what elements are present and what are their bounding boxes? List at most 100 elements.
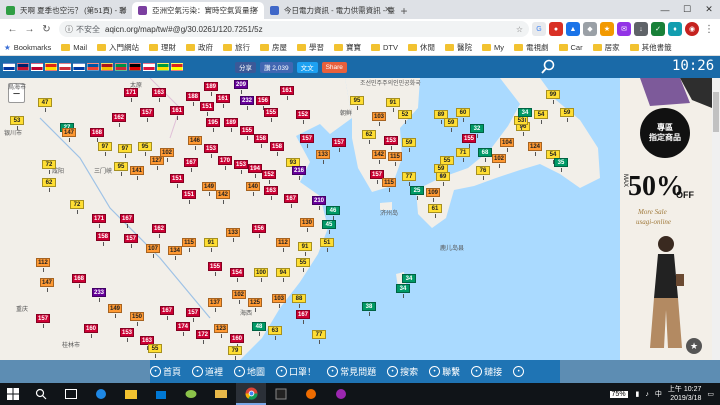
aqi-station-marker[interactable]: 232: [240, 96, 255, 110]
minimize-icon[interactable]: —: [654, 0, 676, 19]
aqi-station-marker[interactable]: 170: [218, 156, 233, 170]
aqi-station-marker[interactable]: 71: [456, 148, 470, 162]
aqi-station-marker[interactable]: 161: [170, 106, 185, 120]
aqi-station-marker[interactable]: 163: [264, 186, 279, 200]
language-flag-icon[interactable]: [59, 63, 71, 71]
aqi-station-marker[interactable]: 107: [146, 244, 161, 258]
aqi-station-marker[interactable]: 59: [560, 108, 574, 122]
language-flag-icon[interactable]: [3, 63, 15, 71]
aqi-station-marker[interactable]: 72: [70, 200, 84, 214]
google-ext-icon[interactable]: G: [532, 22, 546, 36]
aqi-station-marker[interactable]: 62: [362, 130, 376, 144]
aqi-station-marker[interactable]: 91: [386, 98, 400, 112]
aqi-station-marker[interactable]: 147: [62, 128, 77, 142]
close-tab-icon[interactable]: ✕: [384, 5, 391, 14]
aqi-station-marker[interactable]: 168: [72, 274, 87, 288]
language-flag-icon[interactable]: [73, 63, 85, 71]
language-flag-icon[interactable]: [157, 63, 169, 71]
tab-aqicn[interactable]: 亞洲空氣污染：實時空氣質量指 ✕: [132, 2, 264, 19]
aqi-station-marker[interactable]: 155: [462, 134, 477, 148]
maximize-icon[interactable]: ☐: [676, 0, 698, 19]
tab-power-info[interactable]: 今日電力資訊 - 電力供需資訊 - 臺 ✕: [264, 2, 396, 19]
aqi-station-marker[interactable]: 157: [300, 134, 315, 148]
language-flag-icon[interactable]: [17, 63, 29, 71]
aqi-station-marker[interactable]: 88: [292, 294, 306, 308]
close-tab-icon[interactable]: ✕: [252, 5, 259, 14]
aqi-station-marker[interactable]: 160: [230, 334, 245, 348]
language-flag-icon[interactable]: [31, 63, 43, 71]
aqi-station-marker[interactable]: 53: [10, 116, 24, 130]
aqi-station-marker[interactable]: 115: [182, 238, 196, 252]
aqi-station-marker[interactable]: 151: [170, 174, 185, 188]
aqi-station-marker[interactable]: 146: [188, 136, 203, 150]
aqi-station-marker[interactable]: 134: [168, 246, 183, 260]
aqi-station-marker[interactable]: 45: [322, 220, 336, 234]
aqi-station-marker[interactable]: 172: [196, 330, 211, 344]
notification-icon[interactable]: ▭: [707, 390, 714, 398]
aqi-station-marker[interactable]: 155: [208, 262, 223, 276]
bookmark-folder[interactable]: 醫院: [445, 42, 472, 53]
forward-arrow-icon[interactable]: →: [21, 21, 38, 38]
aqi-station-marker[interactable]: 142: [216, 190, 231, 204]
aqi-station-marker[interactable]: 48: [252, 322, 266, 336]
aqi-station-marker[interactable]: 162: [152, 224, 167, 238]
aqi-station-marker[interactable]: 123: [214, 324, 229, 338]
bookmark-folder[interactable]: 學習: [297, 42, 324, 53]
aqi-station-marker[interactable]: 124: [528, 142, 543, 156]
bookmark-folder[interactable]: My: [482, 43, 504, 52]
aqi-station-marker[interactable]: 163: [152, 88, 167, 102]
aqi-station-marker[interactable]: 59: [444, 118, 458, 132]
extension-green-icon[interactable]: ✓: [651, 22, 665, 36]
aqi-station-marker[interactable]: 112: [276, 238, 290, 252]
aqi-station-marker[interactable]: 157: [36, 314, 51, 328]
bookmark-folder[interactable]: 理財: [149, 42, 176, 53]
aqi-station-marker[interactable]: 167: [160, 306, 175, 320]
aqi-station-marker[interactable]: 133: [226, 228, 241, 242]
volume-icon[interactable]: ♪: [645, 391, 649, 398]
search-taskbar-icon[interactable]: [26, 383, 56, 405]
profile-avatar[interactable]: ◉: [685, 22, 699, 36]
aqi-station-marker[interactable]: 102: [232, 290, 247, 304]
aqi-station-marker[interactable]: 171: [124, 88, 139, 102]
aqi-station-marker[interactable]: 61: [428, 204, 442, 218]
aqi-station-marker[interactable]: 99: [546, 90, 560, 104]
aqi-station-marker[interactable]: 103: [272, 294, 287, 308]
aqi-station-marker[interactable]: 160: [84, 324, 99, 338]
network-icon[interactable]: ▮: [636, 390, 640, 398]
language-flag-icon[interactable]: [45, 63, 57, 71]
aqi-station-marker[interactable]: 54: [534, 110, 548, 124]
aqi-station-marker[interactable]: 52: [398, 110, 412, 124]
system-clock[interactable]: 上午 10:27 2019/3/18: [668, 385, 701, 403]
aqi-station-marker[interactable]: 216: [292, 166, 307, 180]
aqi-station-marker[interactable]: 150: [130, 312, 145, 326]
aqi-station-marker[interactable]: 142: [372, 150, 387, 164]
facebook-share-button[interactable]: 分享: [235, 61, 256, 73]
aqi-station-marker[interactable]: 151: [200, 102, 215, 116]
aqi-station-marker[interactable]: 158: [254, 134, 269, 148]
aqi-station-marker[interactable]: 112: [36, 258, 50, 272]
aqi-station-marker[interactable]: 95: [114, 162, 128, 176]
other-bookmarks[interactable]: 其他書籤: [629, 42, 672, 53]
aqi-station-marker[interactable]: 34: [518, 108, 532, 122]
aqi-station-marker[interactable]: 194: [248, 164, 263, 178]
language-flag-icon[interactable]: [115, 63, 127, 71]
bookmark-folder[interactable]: 入門網站: [97, 42, 139, 53]
aqi-station-marker[interactable]: 115: [382, 178, 396, 192]
extension-red-icon[interactable]: ●: [549, 22, 563, 36]
aqi-station-marker[interactable]: 161: [280, 86, 295, 100]
aqi-station-marker[interactable]: 35: [554, 158, 568, 172]
ime-icon[interactable]: 中: [655, 389, 662, 399]
windows-start-icon[interactable]: [0, 383, 26, 405]
nav-item-link[interactable]: • 鏈接: [471, 365, 502, 378]
aqi-station-marker[interactable]: 189: [224, 118, 239, 132]
aqi-station-marker[interactable]: 51: [320, 238, 334, 252]
aqi-station-marker[interactable]: 168: [90, 128, 105, 142]
aqi-station-marker[interactable]: 167: [184, 158, 199, 172]
language-flag-icon[interactable]: [143, 63, 155, 71]
aqi-station-marker[interactable]: 55: [148, 344, 162, 358]
aqi-station-marker[interactable]: 156: [252, 224, 267, 238]
aqi-station-marker[interactable]: 189: [204, 82, 219, 96]
advertisement-panel[interactable]: 專區 指定商品 MAX 50% OFF More Sale usagi-onli…: [620, 78, 712, 360]
aqi-station-marker[interactable]: 157: [140, 108, 155, 122]
back-arrow-icon[interactable]: ←: [4, 21, 21, 38]
